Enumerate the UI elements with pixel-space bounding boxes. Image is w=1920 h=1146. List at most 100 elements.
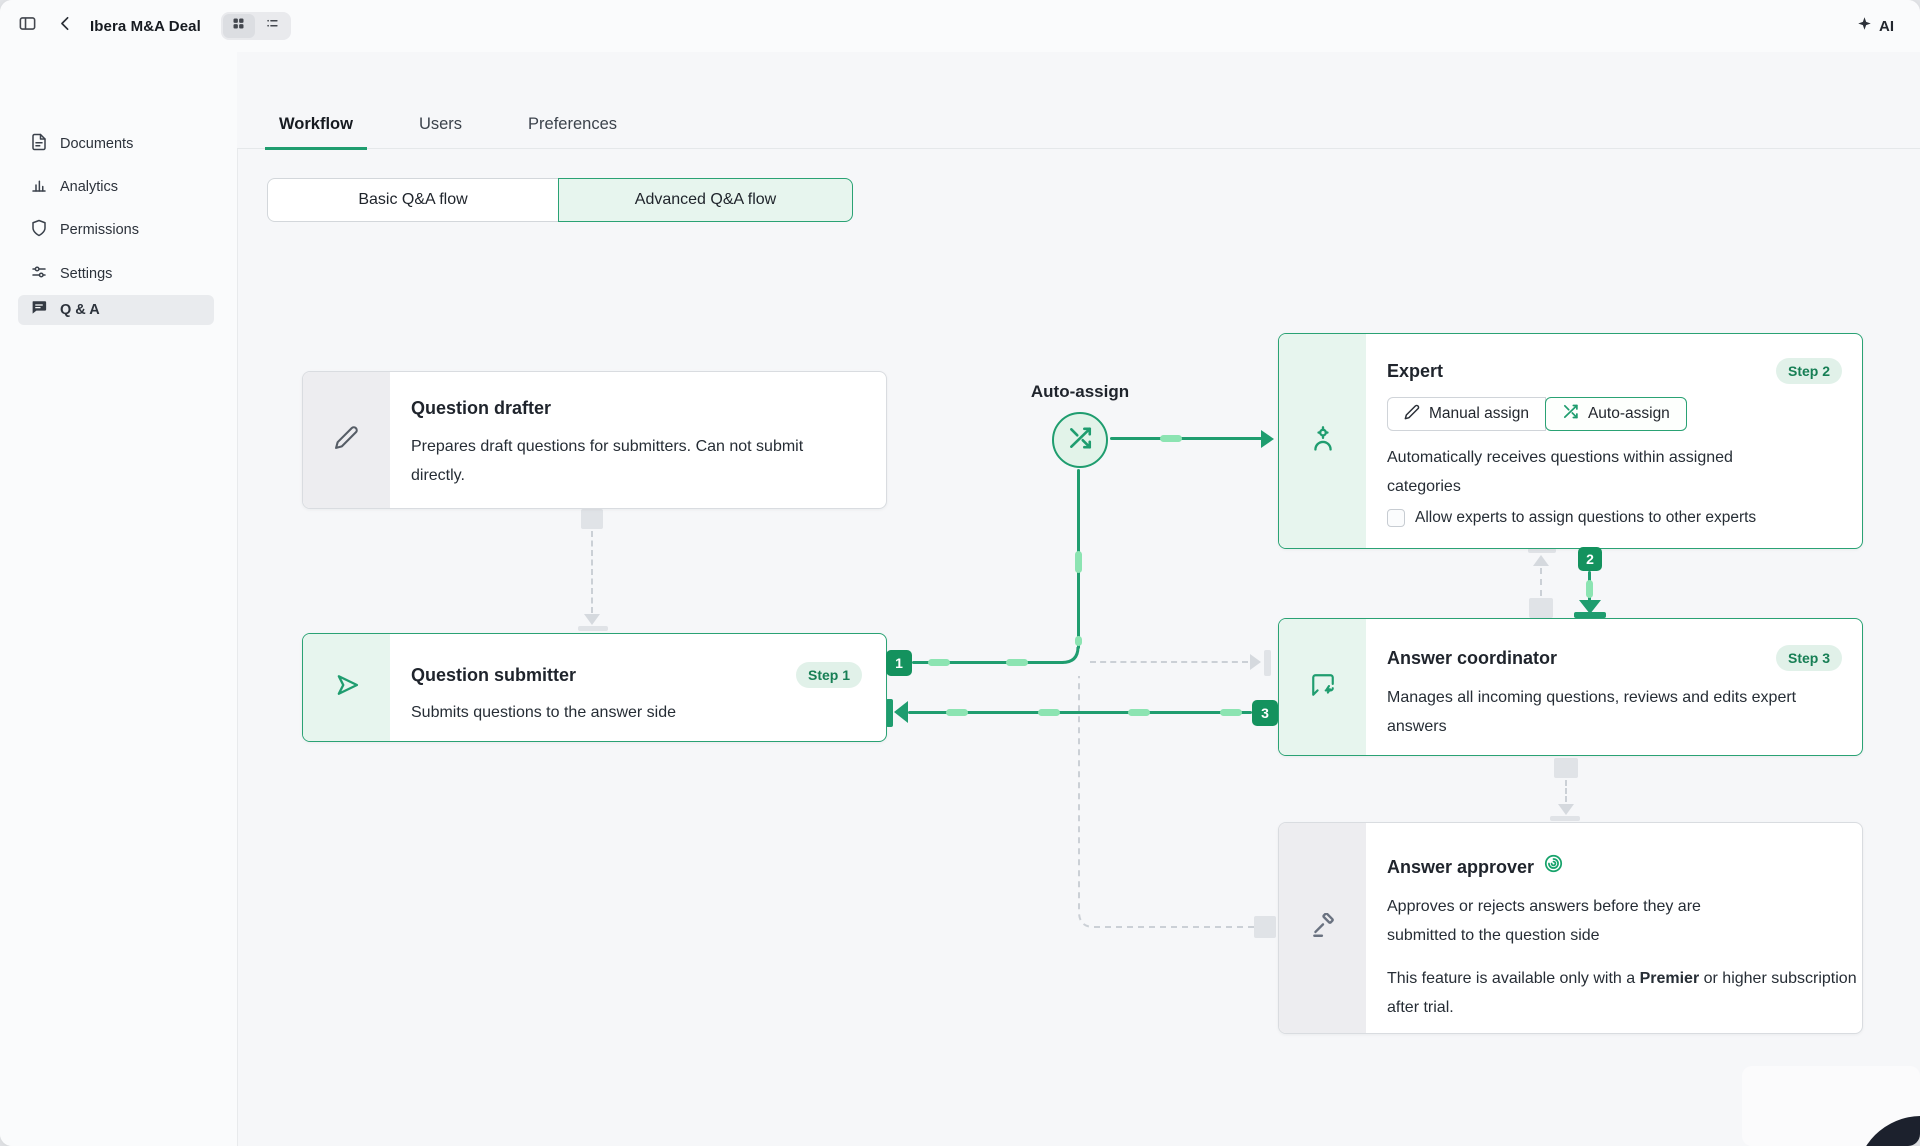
sidebar-item-label: Permissions [60,222,139,238]
gavel-icon [1310,913,1336,944]
flow-order-badge-3: 3 [1252,700,1278,726]
node-description: Automatically receives questions within … [1387,443,1807,501]
flow-pellet [946,709,968,716]
node-description: Prepares draft questions for submitters.… [411,432,811,490]
flow-order-badge-2: 2 [1578,547,1602,571]
node-description: Approves or rejects answers before they … [1387,892,1767,950]
arrow-down-icon [1558,804,1574,815]
node-title: Question submitter [411,663,576,687]
ai-button[interactable]: AI [1857,0,1894,52]
sidebar-toggle-button[interactable] [14,13,40,39]
flow-pellet [1220,709,1242,716]
flow-pellet [1160,435,1182,442]
step-badge: Step 1 [796,662,862,688]
step-badge: Step 2 [1776,358,1842,384]
tab-preferences[interactable]: Preferences [514,115,631,148]
grid-icon [231,16,246,36]
sidebar-item-settings[interactable]: Settings [18,259,214,289]
arrow-up-icon [1533,555,1549,566]
connector-source-square [581,509,603,529]
chat-bubble-icon [30,299,48,321]
back-button[interactable] [52,13,78,39]
flow-pellet [1006,659,1028,666]
node-description: Manages all incoming questions, reviews … [1387,683,1807,741]
coordinator-to-expert-dashed-line [1540,568,1542,596]
subscription-note: This feature is available only with a Pr… [1387,964,1857,1022]
advanced-qa-flow-button[interactable]: Advanced Q&A flow [558,178,853,222]
connector-source-square [1529,598,1553,618]
sidebar-item-label: Settings [60,266,112,282]
shield-icon [30,219,48,241]
submitter-icon-panel [303,634,390,741]
coordinator-to-approver-dashed-line [1565,780,1567,802]
expert-icon-panel [1279,334,1366,548]
node-answer-coordinator[interactable]: Answer coordinator Step 3 Manages all in… [1278,618,1863,756]
sidebar-item-qa[interactable]: Q & A [18,295,214,325]
user-gear-icon [1309,425,1337,458]
node-question-drafter[interactable]: Question drafter Prepares draft question… [302,371,887,509]
message-bolt-icon [1310,672,1336,703]
arrow-down-icon [584,614,600,625]
panel-left-icon [18,14,37,38]
premier-plan-name: Premier [1640,970,1700,987]
allow-experts-checkbox[interactable] [1387,509,1405,527]
top-bar: Ibera M&A Deal AI [0,0,1920,53]
basic-qa-flow-button[interactable]: Basic Q&A flow [267,178,559,222]
flow-pellet [1075,636,1082,646]
node-title: Expert [1387,359,1443,383]
pencil-icon [1404,404,1420,425]
node-description: Submits questions to the answer side [411,698,866,727]
flow-pellet [1075,551,1082,573]
node-question-submitter[interactable]: Question submitter Step 1 Submits questi… [302,633,887,742]
node-title: Answer coordinator [1387,646,1557,670]
sidebar-item-label: Q & A [60,302,100,318]
flow-pellet [1038,709,1060,716]
manual-assign-button[interactable]: Manual assign [1387,397,1546,431]
flow-pellet [1586,580,1593,598]
node-title: Answer approver [1387,853,1564,880]
tab-users[interactable]: Users [405,115,476,148]
premier-swirl-icon [1543,853,1564,880]
auto-assign-node[interactable] [1052,412,1108,468]
bar-chart-icon [30,176,48,198]
grid-view-button[interactable] [223,14,255,38]
sidebar-item-documents[interactable]: Documents [18,129,214,159]
flow-type-toggle: Basic Q&A flow Advanced Q&A flow [267,178,853,222]
sliders-icon [30,263,48,285]
pencil-icon [334,425,359,455]
coordinator-icon-panel [1279,619,1366,755]
drafter-to-submitter-dashed-line [591,531,593,613]
connector-target-bar [1264,650,1271,676]
arrow-right-icon [1261,430,1274,448]
list-view-button[interactable] [257,14,289,38]
auto-assign-label: Auto-assign [1000,382,1160,402]
send-icon [333,671,361,704]
shuffle-icon [1562,403,1579,425]
flow-order-badge-1: 1 [886,650,912,676]
arrow-left-icon [894,701,908,723]
sidebar-item-label: Analytics [60,179,118,195]
submitter-to-autoassign-curve [1062,647,1078,663]
approver-icon-panel [1279,823,1366,1033]
connector-source-square [1554,758,1578,778]
auto-assign-toggle-label: Auto-assign [1588,405,1670,423]
sidebar-item-analytics[interactable]: Analytics [18,172,214,202]
tab-bar: Workflow Users Preferences [237,52,1920,149]
submitter-to-coordinator-dashed-line [1090,661,1248,663]
node-title: Question drafter [411,396,551,420]
shuffle-icon [1067,425,1093,456]
sparkle-icon [1857,16,1872,36]
node-answer-approver[interactable]: Answer approver Approves or rejects answ… [1278,822,1863,1034]
arrow-right-icon [1250,654,1261,670]
tab-workflow[interactable]: Workflow [265,115,367,150]
auto-assign-button[interactable]: Auto-assign [1545,397,1687,431]
sidebar-item-permissions[interactable]: Permissions [18,215,214,245]
approver-title-text: Answer approver [1387,855,1534,879]
drafter-icon-panel [303,372,390,508]
node-expert[interactable]: Expert Step 2 Manual assign Auto-assign [1278,333,1863,549]
step-badge: Step 3 [1776,645,1842,671]
project-title: Ibera M&A Deal [90,18,201,35]
checkbox-label: Allow experts to assign questions to oth… [1415,509,1756,527]
ai-button-label: AI [1879,18,1894,35]
assign-mode-toggle: Manual assign Auto-assign [1387,397,1687,431]
